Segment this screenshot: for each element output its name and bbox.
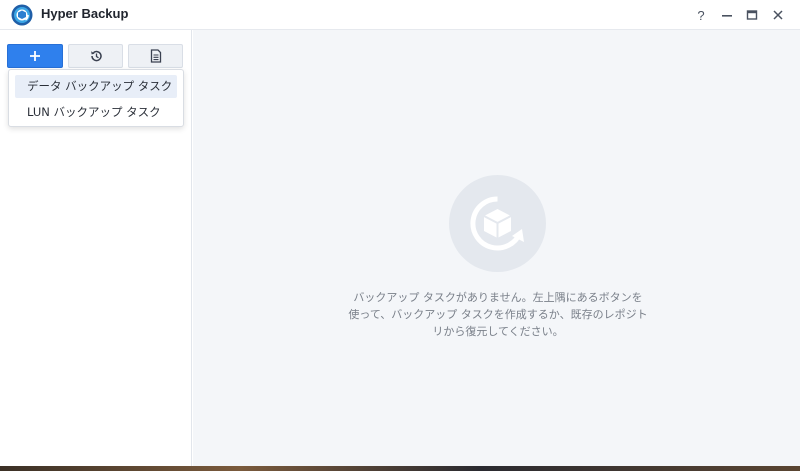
document-icon — [150, 49, 161, 63]
maximize-button[interactable] — [742, 5, 762, 25]
main-panel: バックアップ タスクがありません。左上隅にあるボタンを使って、バックアップ タス… — [193, 30, 800, 471]
minimize-icon — [722, 15, 732, 17]
plus-icon — [30, 51, 40, 61]
minimize-button[interactable] — [717, 5, 737, 25]
close-button[interactable] — [768, 5, 788, 25]
hyper-backup-logo-icon — [11, 4, 33, 26]
history-icon — [90, 50, 102, 62]
empty-state-message: バックアップ タスクがありません。左上隅にあるボタンを使って、バックアップ タス… — [348, 291, 648, 338]
app-title: Hyper Backup — [41, 6, 129, 21]
title-bar: Hyper Backup ? — [0, 0, 800, 30]
maximize-icon — [746, 10, 758, 20]
close-icon — [773, 10, 783, 20]
help-button[interactable]: ? — [691, 5, 711, 25]
restore-button[interactable] — [68, 44, 123, 68]
sidebar: データ バックアップ タスク LUN バックアップ タスク — [0, 30, 192, 471]
desktop-background-strip — [0, 466, 800, 471]
log-button[interactable] — [128, 44, 183, 68]
backup-cube-icon — [449, 175, 546, 272]
create-task-button[interactable] — [7, 44, 63, 68]
menu-item-lun-backup-task[interactable]: LUN バックアップ タスク — [15, 101, 177, 124]
create-task-menu: データ バックアップ タスク LUN バックアップ タスク — [8, 69, 184, 127]
menu-item-data-backup-task[interactable]: データ バックアップ タスク — [15, 75, 177, 98]
help-icon: ? — [697, 7, 705, 23]
